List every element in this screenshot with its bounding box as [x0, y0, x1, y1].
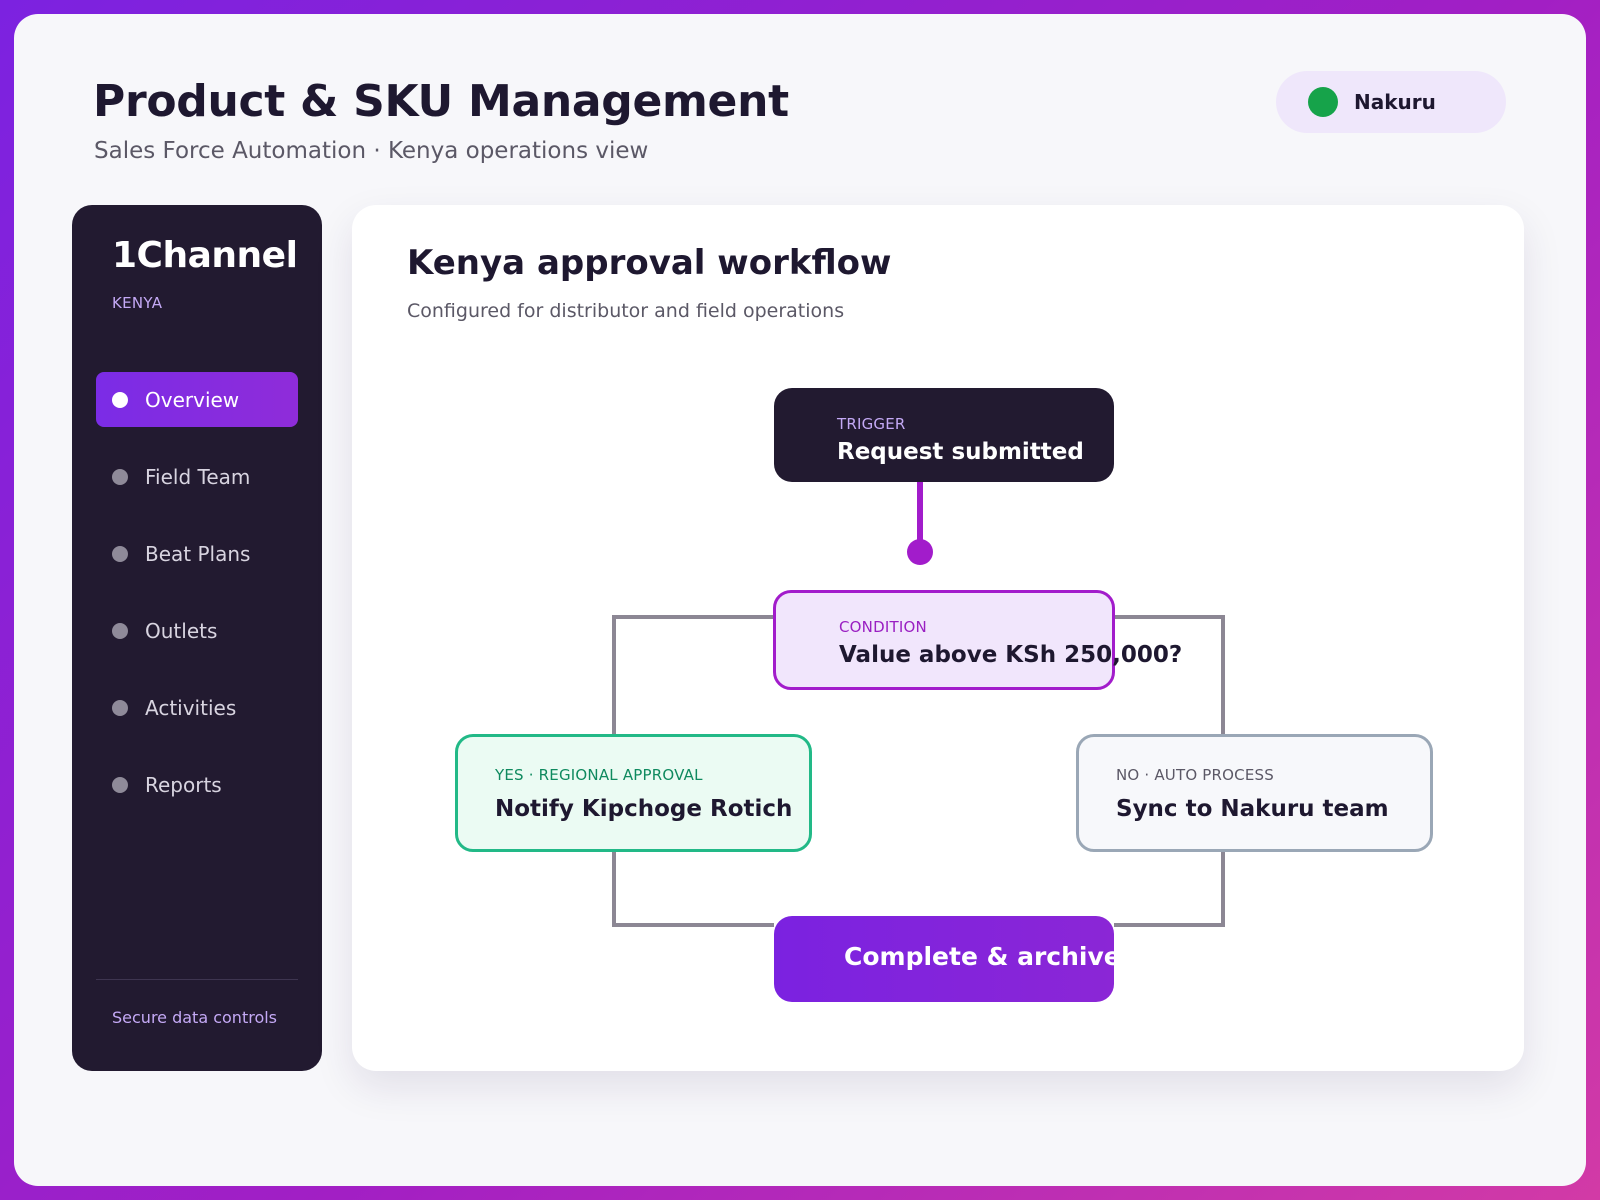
complete-archive-label: Complete & archive: [844, 942, 1121, 971]
bullet-icon: [112, 699, 128, 716]
sidebar-item-label: Outlets: [145, 618, 218, 643]
sidebar: 1Channel KENYA Overview Field Team Beat …: [72, 205, 322, 1071]
merge-connector-left: [612, 852, 774, 927]
sidebar-item-outlets[interactable]: Outlets: [96, 603, 298, 658]
branch-connector-left: [612, 615, 773, 734]
sidebar-item-activities[interactable]: Activities: [96, 680, 298, 735]
sidebar-item-beat-plans[interactable]: Beat Plans: [96, 526, 298, 581]
bullet-icon: [112, 391, 128, 408]
sidebar-nav: Overview Field Team Beat Plans Outlets A…: [96, 372, 298, 834]
bullet-icon: [112, 622, 128, 639]
sidebar-item-overview[interactable]: Overview: [96, 372, 298, 427]
sidebar-item-label: Beat Plans: [145, 541, 251, 566]
complete-archive-button[interactable]: Complete & archive: [774, 916, 1121, 1002]
sidebar-item-label: Reports: [145, 772, 222, 797]
condition-node[interactable]: CONDITION Value above KSh 250,000?: [773, 590, 1183, 690]
trigger-tag: TRIGGER: [837, 415, 906, 433]
bullet-icon: [112, 545, 128, 562]
bullet-icon: [112, 776, 128, 793]
sidebar-item-label: Field Team: [145, 464, 251, 489]
no-branch-tag: NO · AUTO PROCESS: [1116, 766, 1274, 784]
trigger-node[interactable]: TRIGGER Request submitted: [774, 388, 1114, 482]
sidebar-divider: [96, 979, 298, 980]
trigger-text: Request submitted: [837, 439, 1084, 465]
sidebar-item-reports[interactable]: Reports: [96, 757, 298, 812]
no-branch-node[interactable]: NO · AUTO PROCESS Sync to Nakuru team: [1076, 734, 1433, 852]
sidebar-item-field-team[interactable]: Field Team: [96, 449, 298, 504]
yes-branch-tag: YES · REGIONAL APPROVAL: [495, 766, 703, 784]
brand-region: KENYA: [112, 294, 163, 312]
no-branch-text: Sync to Nakuru team: [1116, 796, 1389, 822]
location-label: Nakuru: [1354, 90, 1436, 114]
location-selector[interactable]: Nakuru: [1276, 71, 1506, 133]
app-frame: Product & SKU Management Sales Force Aut…: [14, 14, 1586, 1186]
condition-text: Value above KSh 250,000?: [839, 642, 1183, 668]
sidebar-item-label: Activities: [145, 695, 237, 720]
brand-logo: 1Channel: [112, 235, 298, 276]
yes-branch-text: Notify Kipchoge Rotich: [495, 796, 793, 822]
secure-data-link[interactable]: Secure data controls: [112, 1008, 277, 1027]
bullet-icon: [112, 468, 128, 485]
page-title: Product & SKU Management: [93, 76, 789, 127]
workflow-card: Kenya approval workflow Configured for d…: [352, 205, 1524, 1071]
merge-connector-right: [1114, 852, 1225, 927]
condition-tag: CONDITION: [839, 618, 927, 636]
branch-connector-right: [1115, 615, 1225, 734]
page-subtitle: Sales Force Automation · Kenya operation…: [94, 138, 649, 164]
connector-node-icon: [907, 539, 933, 565]
sidebar-item-label: Overview: [145, 387, 240, 412]
status-online-icon: [1308, 87, 1338, 117]
yes-branch-node[interactable]: YES · REGIONAL APPROVAL Notify Kipchoge …: [455, 734, 812, 852]
